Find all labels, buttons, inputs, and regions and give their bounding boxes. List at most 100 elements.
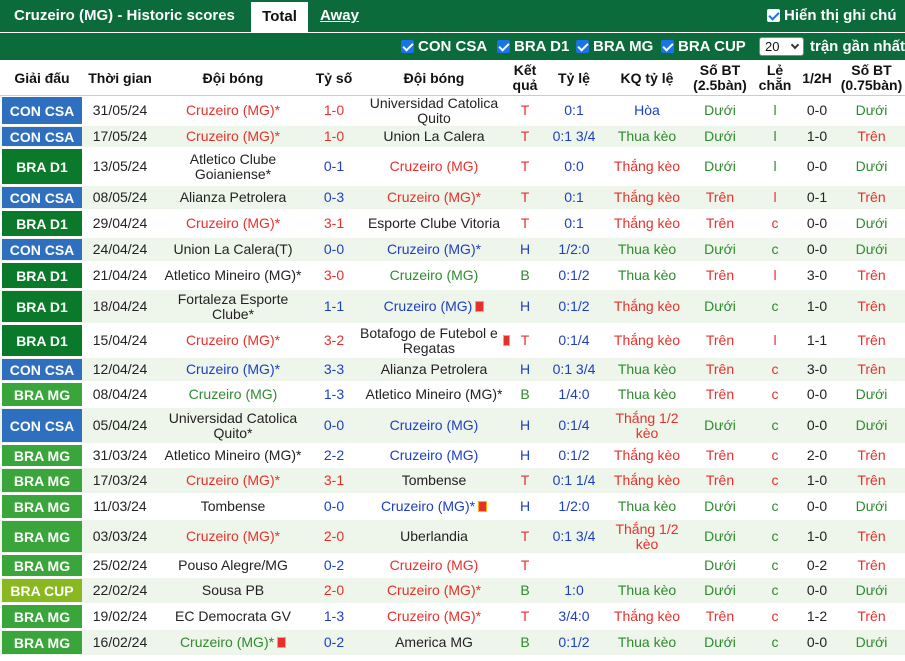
checkbox-icon[interactable] bbox=[497, 40, 510, 53]
cell-away-team[interactable]: Cruzeiro (MG)* bbox=[358, 238, 510, 261]
cell-score[interactable]: 2-0 bbox=[310, 520, 358, 553]
cell-away-team[interactable]: Universidad Catolica Quito bbox=[358, 95, 510, 125]
league-badge[interactable]: BRA MG bbox=[2, 605, 82, 628]
cell-away-team[interactable]: Cruzeiro (MG) bbox=[358, 290, 510, 323]
tab-away[interactable]: Away bbox=[320, 7, 359, 24]
cell-away-team[interactable]: Cruzeiro (MG) bbox=[358, 148, 510, 185]
cell-score[interactable]: 0-3 bbox=[310, 186, 358, 209]
cell-away-team[interactable]: Botafogo de Futebol e Regatas bbox=[358, 324, 510, 357]
cell-home-team[interactable]: Cruzeiro (MG) bbox=[156, 382, 310, 407]
cell-home-team[interactable]: Atletico Clube Goianiense* bbox=[156, 148, 310, 185]
league-badge[interactable]: CON CSA bbox=[2, 239, 82, 260]
cell-odds-result: Thắng kèo bbox=[608, 148, 686, 185]
match-count-select[interactable]: 20 bbox=[759, 37, 804, 56]
cell-home-team[interactable]: Cruzeiro (MG)* bbox=[156, 96, 310, 125]
cell-half: 3-0 bbox=[796, 262, 838, 289]
cell-home-team[interactable]: Alianza Petrolera bbox=[156, 186, 310, 209]
league-badge[interactable]: CON CSA bbox=[2, 127, 82, 146]
cell-odds-text: 1:0 bbox=[564, 582, 584, 598]
cell-away-team[interactable]: Esporte Clube Vitoria bbox=[358, 210, 510, 237]
cell-goals: Dưới bbox=[686, 148, 754, 185]
cell-away-team[interactable]: Tombense bbox=[358, 468, 510, 493]
cell-away-team[interactable]: Cruzeiro (MG)* bbox=[358, 604, 510, 629]
league-badge[interactable]: BRA CUP bbox=[2, 579, 82, 602]
cell-home-team[interactable]: Cruzeiro (MG)* bbox=[156, 210, 310, 237]
cell-home-team[interactable]: Union La Calera(T) bbox=[156, 238, 310, 261]
league-badge[interactable]: BRA MG bbox=[2, 631, 82, 654]
cell-score[interactable]: 3-1 bbox=[310, 210, 358, 237]
cell-score[interactable]: 1-1 bbox=[310, 290, 358, 323]
cell-away-team[interactable]: Cruzeiro (MG)* bbox=[358, 494, 510, 519]
cell-away-team[interactable]: Cruzeiro (MG) bbox=[358, 554, 510, 577]
cell-away-team[interactable]: Cruzeiro (MG) bbox=[358, 444, 510, 467]
cell-home-team[interactable]: Cruzeiro (MG)* bbox=[156, 468, 310, 493]
cell-home-team[interactable]: Sousa PB bbox=[156, 578, 310, 603]
filter-bra-cup[interactable]: BRA CUP bbox=[661, 38, 746, 55]
cell-score[interactable]: 3-1 bbox=[310, 468, 358, 493]
cell-home-team[interactable]: Atletico Mineiro (MG)* bbox=[156, 262, 310, 289]
cell-away-team[interactable]: Union La Calera bbox=[358, 126, 510, 147]
cell-score[interactable]: 0-1 bbox=[310, 148, 358, 185]
checkbox-icon[interactable] bbox=[661, 40, 674, 53]
cell-goals-text: Dưới bbox=[704, 557, 736, 573]
cell-home-team[interactable]: Tombense bbox=[156, 494, 310, 519]
cell-score[interactable]: 0-2 bbox=[310, 554, 358, 577]
league-badge[interactable]: BRA D1 bbox=[2, 263, 82, 288]
cell-score[interactable]: 0-2 bbox=[310, 630, 358, 655]
cell-away-team[interactable]: Cruzeiro (MG)* bbox=[358, 578, 510, 603]
league-badge[interactable]: CON CSA bbox=[2, 359, 82, 380]
cell-home-team[interactable]: Cruzeiro (MG)* bbox=[156, 520, 310, 553]
cell-score[interactable]: 3-3 bbox=[310, 358, 358, 381]
filter-bra-d1[interactable]: BRA D1 bbox=[497, 38, 569, 55]
cell-score[interactable]: 2-0 bbox=[310, 578, 358, 603]
filter-bra-mg[interactable]: BRA MG bbox=[576, 38, 653, 55]
league-badge[interactable]: BRA MG bbox=[2, 555, 82, 576]
cell-away-team[interactable]: Cruzeiro (MG)* bbox=[358, 186, 510, 209]
cell-score[interactable]: 1-3 bbox=[310, 382, 358, 407]
cell-home-team[interactable]: Atletico Mineiro (MG)* bbox=[156, 444, 310, 467]
league-badge[interactable]: BRA MG bbox=[2, 495, 82, 518]
cell-score[interactable]: 0-0 bbox=[310, 408, 358, 443]
tab-total[interactable]: Total bbox=[251, 2, 308, 32]
league-badge[interactable]: BRA D1 bbox=[2, 211, 82, 236]
cell-home-team[interactable]: EC Democrata GV bbox=[156, 604, 310, 629]
cell-away-team[interactable]: Uberlandia bbox=[358, 520, 510, 553]
cell-score[interactable]: 1-0 bbox=[310, 96, 358, 125]
cell-score[interactable]: 0-0 bbox=[310, 494, 358, 519]
league-badge[interactable]: CON CSA bbox=[2, 409, 82, 442]
league-badge[interactable]: CON CSA bbox=[2, 187, 82, 208]
cell-half: 0-0 bbox=[796, 96, 838, 125]
show-notes-toggle[interactable]: Hiển thị ghi chú bbox=[767, 7, 897, 24]
league-badge[interactable]: BRA MG bbox=[2, 469, 82, 492]
cell-home-team[interactable]: Cruzeiro (MG)* bbox=[156, 630, 310, 655]
cell-score[interactable]: 3-0 bbox=[310, 262, 358, 289]
league-badge[interactable]: BRA D1 bbox=[2, 325, 82, 356]
cell-score[interactable]: 2-2 bbox=[310, 444, 358, 467]
cell-home-team[interactable]: Cruzeiro (MG)* bbox=[156, 324, 310, 357]
cell-away-team[interactable]: Atletico Mineiro (MG)* bbox=[358, 382, 510, 407]
checkbox-icon[interactable] bbox=[576, 40, 589, 53]
cell-away-team[interactable]: Cruzeiro (MG) bbox=[358, 408, 510, 443]
league-badge[interactable]: BRA D1 bbox=[2, 149, 82, 184]
checkbox-icon[interactable] bbox=[767, 9, 780, 22]
cell-home-team[interactable]: Universidad Catolica Quito* bbox=[156, 408, 310, 443]
cell-score[interactable]: 3-2 bbox=[310, 324, 358, 357]
cell-score[interactable]: 0-0 bbox=[310, 238, 358, 261]
cell-score[interactable]: 1-3 bbox=[310, 604, 358, 629]
cell-score[interactable]: 1-0 bbox=[310, 126, 358, 147]
filter-con-csa[interactable]: CON CSA bbox=[401, 38, 487, 55]
checkbox-icon[interactable] bbox=[401, 40, 414, 53]
cell-odds-result: Thua kèo bbox=[608, 630, 686, 655]
cell-home-team[interactable]: Pouso Alegre/MG bbox=[156, 554, 310, 577]
cell-home-team[interactable]: Cruzeiro (MG)* bbox=[156, 358, 310, 381]
league-badge[interactable]: CON CSA bbox=[2, 97, 82, 124]
cell-away-team[interactable]: America MG bbox=[358, 630, 510, 655]
league-badge[interactable]: BRA MG bbox=[2, 445, 82, 466]
cell-home-team[interactable]: Cruzeiro (MG)* bbox=[156, 126, 310, 147]
cell-home-team[interactable]: Fortaleza Esporte Clube* bbox=[156, 290, 310, 323]
league-badge[interactable]: BRA MG bbox=[2, 383, 82, 406]
league-badge[interactable]: BRA D1 bbox=[2, 291, 82, 322]
cell-away-team[interactable]: Alianza Petrolera bbox=[358, 358, 510, 381]
cell-away-team[interactable]: Cruzeiro (MG) bbox=[358, 262, 510, 289]
league-badge[interactable]: BRA MG bbox=[2, 521, 82, 552]
